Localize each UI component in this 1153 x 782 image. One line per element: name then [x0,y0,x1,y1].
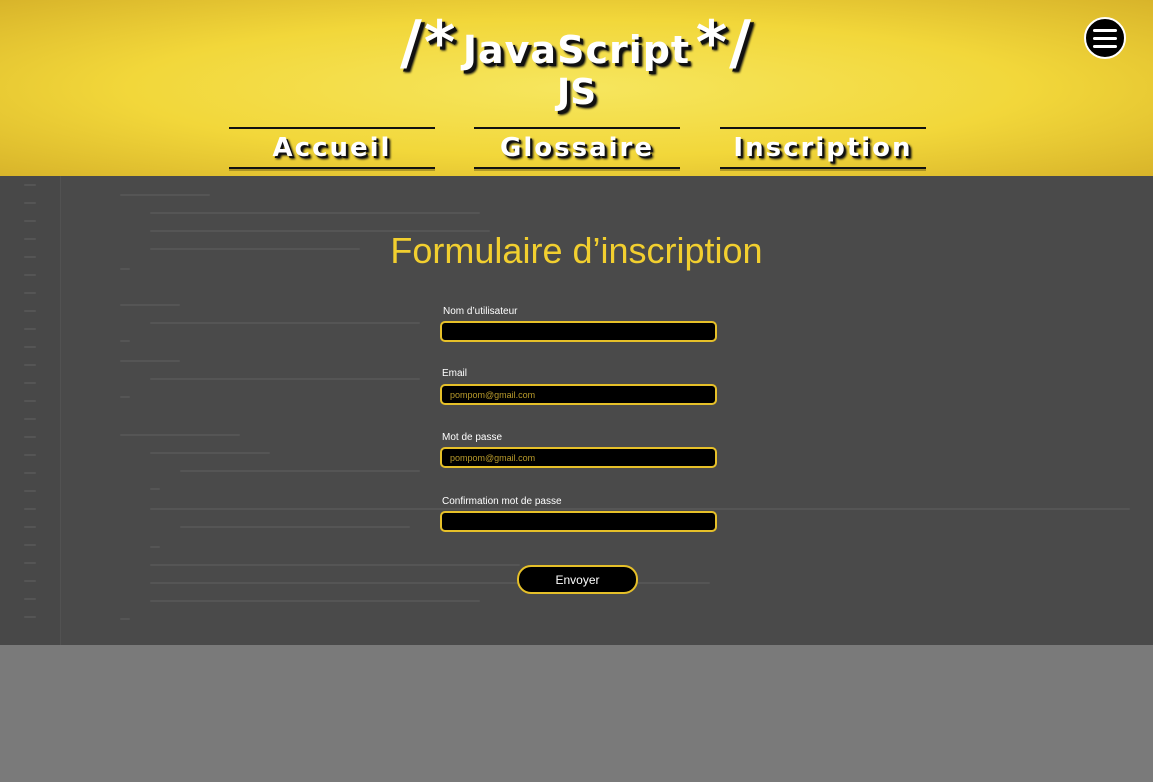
code-line-decoration [180,526,410,528]
line-number-decoration [24,616,36,618]
hamburger-menu-icon[interactable] [1084,17,1126,59]
code-line-decoration [120,360,180,362]
line-number-decoration [24,364,36,366]
line-number-decoration [24,310,36,312]
code-line-decoration [150,212,480,214]
line-number-decoration [24,598,36,600]
menu-bar [1093,44,1117,48]
code-line-decoration [120,618,130,620]
line-number-decoration [24,274,36,276]
nav-accueil[interactable]: Accueil [229,127,435,169]
line-number-decoration [24,490,36,492]
line-number-decoration [24,436,36,438]
line-number-decoration [24,400,36,402]
menu-bar [1093,28,1117,32]
title-javascript: JavaScript [462,28,691,72]
line-number-decoration [24,292,36,294]
nav-glossaire[interactable]: Glossaire [474,127,680,169]
code-line-decoration [120,396,130,398]
line-number-decoration [24,562,36,564]
main-content: Formulaire d’inscription Nom d’utilisate… [0,176,1153,645]
email-input[interactable] [440,384,717,405]
code-line-decoration [150,600,480,602]
password-confirm-input[interactable] [440,511,717,532]
code-line-decoration [120,194,210,196]
line-number-decoration [24,454,36,456]
nav-inscription[interactable]: Inscription [720,127,926,169]
page-footer-area [0,645,1153,782]
line-number-decoration [24,526,36,528]
line-number-decoration [24,202,36,204]
form-title: Formulaire d’inscription [390,230,763,271]
line-number-decoration [24,544,36,546]
title-comment-open: /* [400,8,458,78]
line-number-decoration [24,472,36,474]
email-label: Email [442,368,468,379]
password-label: Mot de passe [442,432,503,443]
username-input[interactable] [440,321,717,342]
code-line-decoration [150,322,420,324]
line-number-decoration [24,346,36,348]
menu-bar [1093,36,1117,40]
line-number-decoration [24,184,36,186]
code-line-decoration [150,488,160,490]
site-header: /* JavaScript */ JS Accueil Glossaire In… [0,0,1153,176]
title-comment-close: */ [695,8,753,78]
line-number-decoration [24,418,36,420]
code-line-decoration [120,340,130,342]
code-line-decoration [150,546,160,548]
line-number-decoration [24,220,36,222]
line-number-decoration [24,328,36,330]
code-line-decoration [180,470,420,472]
site-title: /* JavaScript */ [0,8,1153,78]
code-line-decoration [120,434,240,436]
code-line-decoration [150,564,520,566]
password-confirm-label: Confirmation mot de passe [442,496,562,507]
code-line-decoration [150,378,420,380]
code-line-decoration [150,452,270,454]
username-label: Nom d’utilisateur [443,306,518,317]
line-number-decoration [24,508,36,510]
line-number-decoration [24,382,36,384]
site-subtitle: JS [556,72,597,113]
code-line-decoration [120,304,180,306]
password-input[interactable] [440,447,717,468]
code-line-decoration [150,508,1130,510]
line-number-decoration [24,580,36,582]
submit-button[interactable]: Envoyer [517,565,638,594]
